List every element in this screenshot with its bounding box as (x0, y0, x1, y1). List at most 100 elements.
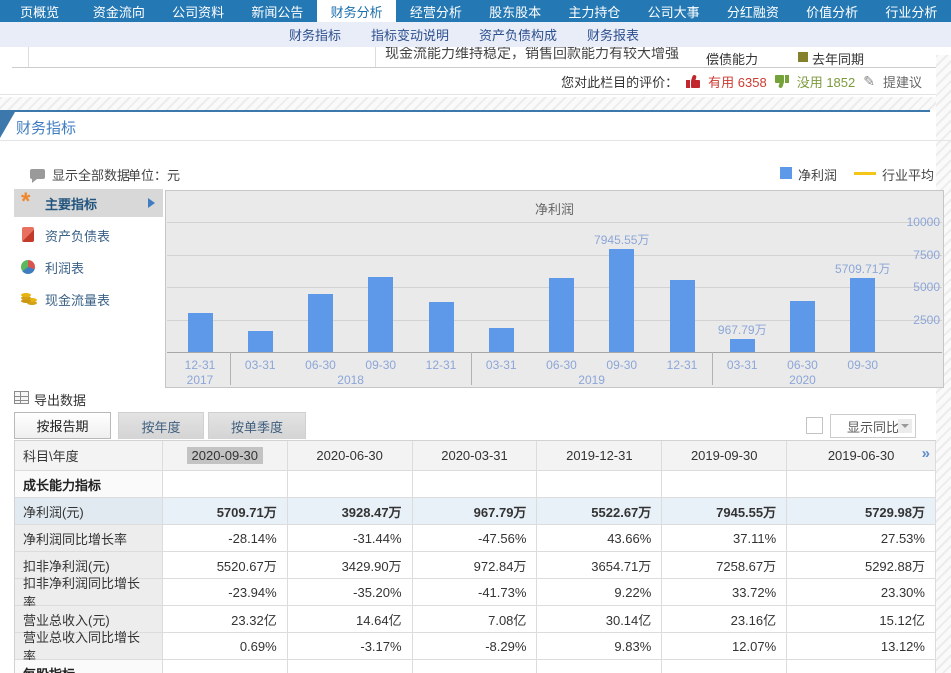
sidebar-item-资产负债表[interactable]: 资产负债表 (14, 221, 163, 249)
show-all-data-link[interactable]: 显示全部数据 (52, 165, 130, 184)
net-profit-chart: 净利润 2500 5000 7500 10000 12-31 03-31 06-30 09-3… (165, 190, 944, 388)
x-axis-tick-label: 09-30 (606, 358, 638, 372)
column-header-2019-12-31[interactable]: 2019-12-31 (537, 441, 663, 471)
table-cell: 7945.55万 (662, 498, 788, 525)
y-axis-tick-label: 2500 (913, 312, 940, 327)
show-yoy-select[interactable]: 显示同比 (830, 414, 916, 438)
useful-button[interactable]: 有用 6358 (708, 72, 767, 91)
table-cell (787, 471, 936, 498)
table-cell: 12.07% (662, 633, 788, 660)
table-row-营业总收入(元)[interactable]: 营业总收入(元) 23.32亿 14.64亿 7.08亿 30.14亿 23.16亿 15.… (15, 606, 936, 633)
table-cell (537, 471, 663, 498)
year-divider (230, 352, 232, 385)
table-cell: -3.17% (287, 633, 413, 660)
table-row-营业总收入同比增长率[interactable]: 营业总收入同比增长率 0.69% -3.17% -8.29% 9.83% 12.07% 13… (15, 630, 936, 664)
subnav-link-3[interactable]: 资产负债构成 (479, 25, 557, 44)
bar-09-30[interactable] (368, 276, 394, 352)
subnav-link-2[interactable]: 指标变动说明 (371, 25, 449, 44)
column-header-2019-06-30[interactable]: 2019-06-30 » (787, 441, 936, 471)
table-cell: -28.14% (162, 525, 288, 552)
summary-row: 现金流能力维持稳定，销售回款能力有较大增强 偿债能力 去年同期 (12, 47, 936, 68)
table-row-扣非净利润同比增长率[interactable]: 扣非净利润同比增长率 -23.94% -35.20% -41.73% 9.22% 33.7… (15, 576, 936, 610)
table-cell: 7258.67万 (662, 552, 788, 579)
show-yoy-checkbox[interactable] (806, 417, 823, 434)
table-row-净利润同比增长率[interactable]: 净利润同比增长率 -28.14% -31.44% -47.56% 43.66% 37.11… (15, 525, 936, 552)
nav-tab-2[interactable]: 资金流向 (79, 0, 158, 22)
subnav-link-4[interactable]: 财务报表 (587, 25, 639, 44)
nav-tab-5[interactable]: 财务分析 (317, 0, 397, 22)
column-header-label: 2020-06-30 (316, 448, 383, 463)
x-axis-tick-label: 06-30 (787, 358, 818, 372)
bar-06-30[interactable] (790, 300, 815, 352)
column-header-2020-06-30[interactable]: 2020-06-30 (287, 441, 413, 471)
dropdown-arrow-icon[interactable] (898, 419, 912, 433)
tab-by-single-quarter[interactable]: 按单季度 (208, 412, 306, 439)
nav-tab-6[interactable]: 经营分析 (396, 0, 475, 22)
nav-tab-9[interactable]: 公司大事 (634, 0, 713, 22)
nav-tab-7[interactable]: 股东股本 (476, 0, 555, 22)
table-cell (287, 660, 413, 673)
row-label: 净利润同比增长率 (15, 525, 163, 552)
table-cell: 3654.71万 (537, 552, 663, 579)
bar-12-31[interactable] (187, 313, 213, 352)
table-row-成长能力指标[interactable]: 成长能力指标 (15, 471, 936, 498)
sidebar-item-现金流量表[interactable]: 现金流量表 (14, 285, 163, 313)
column-header-label: 2020-09-30 (186, 447, 264, 464)
thumb-down-icon[interactable] (774, 74, 789, 88)
nav-tab-12[interactable]: 行业分析 (872, 0, 951, 22)
table-row-净利润(元)[interactable]: 净利润(元) 5709.71万 3928.47万 967.79万 5522.67万 794… (15, 498, 936, 525)
export-data-button[interactable]: 导出数据 (34, 390, 86, 409)
bar-06-30[interactable] (549, 277, 574, 352)
nav-tab-4[interactable]: 新闻公告 (238, 0, 317, 22)
rating-prompt: 您对此栏目的评价： (561, 74, 679, 90)
table-cell: 37.11% (662, 525, 788, 552)
bar-03-31[interactable] (247, 330, 273, 352)
bar-03-31[interactable] (488, 328, 514, 352)
table-cell: 23.16亿 (662, 606, 788, 633)
table-cell: 5709.71万 (162, 498, 288, 525)
tab-by-year[interactable]: 按年度 (118, 412, 204, 439)
y-axis-tick-label: 5000 (913, 280, 940, 294)
year-divider (712, 352, 714, 385)
column-header-2019-09-30[interactable]: 2019-09-30 (662, 441, 788, 471)
table-cell (162, 471, 288, 498)
column-header-label: 2019-09-30 (690, 448, 758, 463)
table-row-每股指标[interactable]: 每股指标 (15, 660, 936, 673)
useless-button[interactable]: 没用 1852 (797, 72, 856, 91)
x-axis-tick-label: 09-30 (365, 358, 397, 372)
table-cell: -23.94% (162, 579, 288, 606)
sidebar-item-主要指标[interactable]: 主要指标 (14, 189, 163, 217)
suggest-link[interactable]: 提建议 (883, 72, 922, 91)
bar-12-31[interactable] (428, 302, 454, 352)
sidebar-item-label: 主要指标 (45, 196, 98, 212)
subnav-link-1[interactable]: 财务指标 (289, 25, 341, 44)
nav-tab-1[interactable]: 页概览 (0, 0, 79, 22)
pencil-icon: ✎ (863, 72, 875, 89)
section-corner-flag (0, 112, 15, 138)
nav-tab-10[interactable]: 分红融资 (713, 0, 792, 22)
column-header-2020-03-31[interactable]: 2020-03-31 (412, 441, 538, 471)
table-cell (287, 471, 413, 498)
bar-09-30[interactable] (609, 248, 635, 352)
sidebar-item-利润表[interactable]: 利润表 (14, 253, 163, 281)
nav-tab-3[interactable]: 公司资料 (159, 0, 238, 22)
bar-value-label: 7945.55万 (594, 232, 650, 247)
tab-by-report-period[interactable]: 按报告期 (14, 412, 111, 439)
thumb-up-icon[interactable] (686, 74, 701, 88)
column-header-2020-09-30[interactable]: 2020-09-30 (162, 441, 288, 471)
table-cell (162, 660, 288, 673)
bar-09-30[interactable] (850, 277, 876, 352)
top-nav: 页概览 资金流向 公司资料 新闻公告 财务分析 经营分析 股东股本 主力持仓 公司大事 分红融资价… (0, 0, 951, 22)
table-row-扣非净利润(元)[interactable]: 扣非净利润(元) 5520.67万 3429.90万 972.84万 3654.71万 7… (15, 552, 936, 579)
row-label: 营业总收入同比增长率 (15, 630, 163, 664)
x-axis-tick-label: 06-30 (546, 358, 577, 372)
bar-03-31[interactable] (729, 339, 755, 352)
bar-12-31[interactable] (669, 280, 695, 352)
gridline (167, 254, 942, 256)
next-columns-icon[interactable]: » (922, 445, 930, 462)
page-title: 财务指标 (16, 120, 77, 137)
table-cell: 5729.98万 (787, 498, 936, 525)
bar-06-30[interactable] (308, 293, 333, 352)
nav-tab-11[interactable]: 价值分析 (793, 0, 872, 22)
nav-tab-8[interactable]: 主力持仓 (555, 0, 634, 22)
